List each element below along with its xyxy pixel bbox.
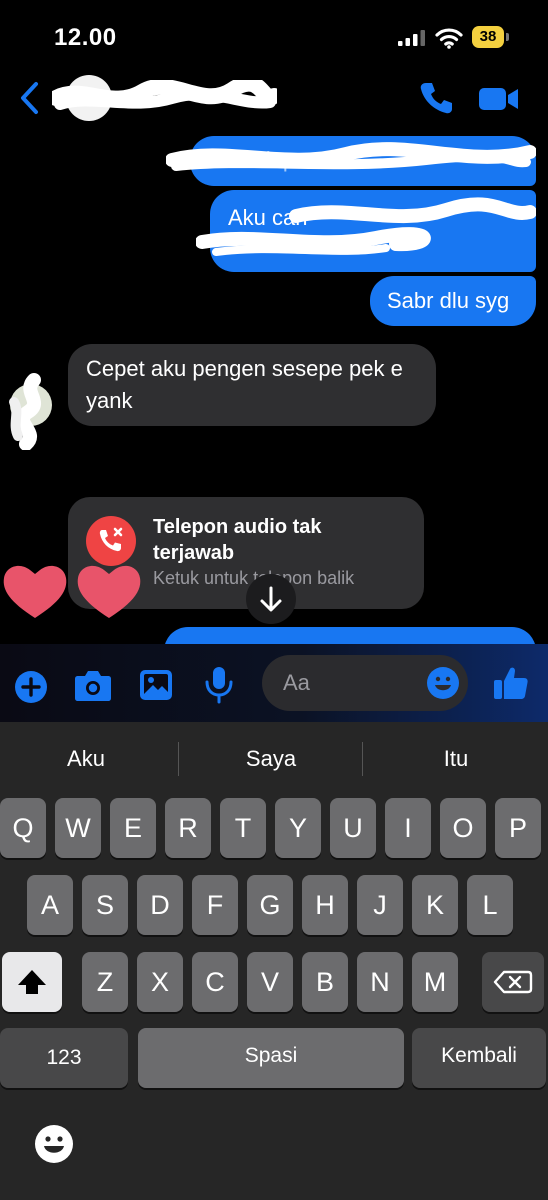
- battery-level: 38: [472, 26, 504, 48]
- missed-call-icon: [86, 516, 136, 566]
- key-s[interactable]: S: [82, 875, 128, 935]
- microphone-icon[interactable]: [204, 666, 234, 704]
- key-v[interactable]: V: [247, 952, 293, 1012]
- key-n[interactable]: N: [357, 952, 403, 1012]
- camera-icon[interactable]: [74, 668, 112, 702]
- key-g[interactable]: G: [247, 875, 293, 935]
- key-e[interactable]: E: [110, 798, 156, 858]
- key-t[interactable]: T: [220, 798, 266, 858]
- key-d[interactable]: D: [137, 875, 183, 935]
- key-w[interactable]: W: [55, 798, 101, 858]
- key-b[interactable]: B: [302, 952, 348, 1012]
- chevron-left-icon[interactable]: [14, 78, 44, 118]
- key-o[interactable]: O: [440, 798, 486, 858]
- backspace-icon: [493, 970, 533, 994]
- wifi-icon: [435, 28, 463, 49]
- status-time: 12.00: [54, 24, 117, 51]
- key-f[interactable]: F: [192, 875, 238, 935]
- arrow-down-icon: [260, 586, 282, 612]
- key-l[interactable]: L: [467, 875, 513, 935]
- thumbs-up-icon[interactable]: [492, 664, 530, 702]
- key-y[interactable]: Y: [275, 798, 321, 858]
- emoji-keyboard-icon[interactable]: [34, 1124, 74, 1164]
- heart-icon: [77, 565, 141, 618]
- space-key[interactable]: Spasi: [138, 1028, 404, 1088]
- shift-icon: [18, 970, 46, 994]
- suggestion-1[interactable]: Aku: [0, 746, 176, 772]
- redaction-scribble: [166, 142, 536, 171]
- return-key[interactable]: Kembali: [412, 1028, 546, 1088]
- suggestion-2[interactable]: Saya: [181, 746, 361, 772]
- image-gallery-icon[interactable]: [139, 668, 173, 702]
- cellular-signal-icon: [398, 30, 425, 46]
- message-bubble-outgoing[interactable]: Sabr dlu syg: [370, 276, 536, 326]
- backspace-key[interactable]: [482, 952, 544, 1012]
- key-m[interactable]: M: [412, 952, 458, 1012]
- key-r[interactable]: R: [165, 798, 211, 858]
- message-bubble-incoming[interactable]: Cepet aku pengen sesepe pek e yank: [68, 344, 436, 426]
- emoji-icon[interactable]: [426, 666, 460, 700]
- plus-icon[interactable]: [14, 670, 48, 704]
- key-i[interactable]: I: [385, 798, 431, 858]
- key-x[interactable]: X: [137, 952, 183, 1012]
- key-z[interactable]: Z: [82, 952, 128, 1012]
- scroll-down-button[interactable]: [246, 574, 296, 624]
- suggestion-3[interactable]: Itu: [366, 746, 546, 772]
- phone-icon[interactable]: [418, 80, 454, 116]
- key-u[interactable]: U: [330, 798, 376, 858]
- call-card-title: Telepon audio tak terjawab: [153, 516, 322, 564]
- video-camera-icon[interactable]: [478, 84, 520, 114]
- key-c[interactable]: C: [192, 952, 238, 1012]
- suggestion-divider: [362, 742, 363, 776]
- redaction-scribble: [196, 197, 536, 256]
- message-text: Sabr dlu syg: [387, 288, 510, 313]
- contact-name-redacted[interactable]: [52, 80, 277, 116]
- key-k[interactable]: K: [412, 875, 458, 935]
- heart-icon: [3, 565, 67, 618]
- key-q[interactable]: Q: [0, 798, 46, 858]
- numbers-key[interactable]: 123: [0, 1028, 128, 1088]
- message-input-placeholder: Aa: [283, 670, 310, 695]
- key-a[interactable]: A: [27, 875, 73, 935]
- shift-key[interactable]: [2, 952, 62, 1012]
- suggestion-divider: [178, 742, 179, 776]
- key-h[interactable]: H: [302, 875, 348, 935]
- key-p[interactable]: P: [495, 798, 541, 858]
- key-j[interactable]: J: [357, 875, 403, 935]
- battery-indicator: 38: [472, 26, 510, 48]
- message-text: Cepet aku pengen sesepe pek e yank: [86, 356, 403, 413]
- redaction-scribble: [9, 373, 41, 450]
